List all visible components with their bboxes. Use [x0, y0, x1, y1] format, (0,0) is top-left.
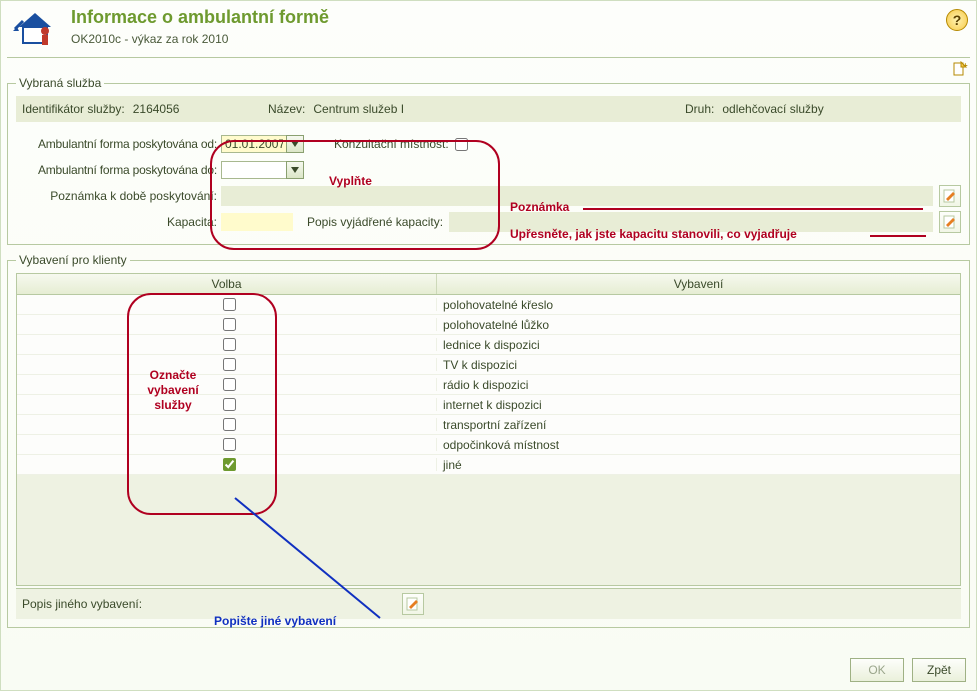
- from-date-dropdown[interactable]: [286, 135, 304, 153]
- konzult-label: Konzultační místnost:: [334, 137, 449, 151]
- page-subtitle: OK2010c - výkaz za rok 2010: [71, 32, 976, 46]
- equipment-label: odpočinková místnost: [437, 438, 960, 452]
- konzult-checkbox[interactable]: [455, 138, 468, 151]
- equipment-checkbox[interactable]: [223, 458, 236, 471]
- to-date-dropdown[interactable]: [286, 161, 304, 179]
- table-row: jiné: [17, 455, 960, 475]
- ok-button[interactable]: OK: [850, 658, 904, 682]
- table-row: odpočinková místnost: [17, 435, 960, 455]
- service-type-label: Druh:: [685, 102, 714, 116]
- service-id-label: Identifikátor služby:: [22, 102, 125, 116]
- equipment-label: polohovatelné křeslo: [437, 298, 960, 312]
- equipment-label: jiné: [437, 458, 960, 472]
- service-summary-row: Identifikátor služby: Název: Druh:: [16, 96, 961, 122]
- note-label: Poznámka k době poskytování:: [16, 189, 221, 203]
- new-doc-icon[interactable]: +: [952, 61, 968, 77]
- equipment-checkbox[interactable]: [223, 378, 236, 391]
- other-equipment-row: Popis jiného vybavení:: [16, 588, 961, 619]
- pencil-icon: [943, 189, 957, 203]
- col-item-header: Vybavení: [437, 274, 960, 294]
- service-type-value: [718, 100, 888, 118]
- equipment-checkbox[interactable]: [223, 338, 236, 351]
- equipment-checkbox[interactable]: [223, 438, 236, 451]
- from-date-label: Ambulantní forma poskytována od:: [16, 137, 221, 151]
- capacity-desc-edit-button[interactable]: [939, 211, 961, 233]
- table-row: polohovatelné křeslo: [17, 295, 960, 315]
- svg-text:+: +: [963, 61, 968, 70]
- table-row: lednice k dispozici: [17, 335, 960, 355]
- equipment-grid: Volba Vybavení polohovatelné křeslo poloh…: [16, 273, 961, 586]
- from-date-input[interactable]: [221, 135, 287, 153]
- equipment-checkbox[interactable]: [223, 358, 236, 371]
- divider: [7, 57, 970, 58]
- chevron-down-icon: [291, 167, 299, 173]
- capacity-label: Kapacita:: [16, 215, 221, 229]
- note-field-wrap: [221, 186, 933, 206]
- equipment-group: Vybavení pro klienty Volba Vybavení polo…: [7, 253, 970, 628]
- equipment-label: transportní zařízení: [437, 418, 960, 432]
- capacity-input[interactable]: [221, 213, 293, 231]
- button-bar: OK Zpět: [850, 658, 966, 682]
- chevron-down-icon: [291, 141, 299, 147]
- equipment-checkbox[interactable]: [223, 298, 236, 311]
- table-row: rádio k dispozici: [17, 375, 960, 395]
- other-equipment-edit-button[interactable]: [402, 593, 424, 615]
- note-value: [222, 187, 932, 205]
- table-row: TV k dispozici: [17, 355, 960, 375]
- other-equipment-label: Popis jiného vybavení:: [22, 597, 182, 611]
- table-row: polohovatelné lůžko: [17, 315, 960, 335]
- window-panel: Informace o ambulantní formě OK2010c - v…: [0, 0, 977, 691]
- table-row: internet k dispozici: [17, 395, 960, 415]
- service-name-value: [309, 100, 509, 118]
- header: Informace o ambulantní formě OK2010c - v…: [1, 1, 976, 57]
- capacity-desc-value: [450, 213, 932, 231]
- equipment-label: TV k dispozici: [437, 358, 960, 372]
- pencil-icon: [406, 597, 420, 611]
- table-row: transportní zařízení: [17, 415, 960, 435]
- grid-header: Volba Vybavení: [17, 274, 960, 295]
- home-person-icon: [13, 9, 57, 47]
- equipment-legend: Vybavení pro klienty: [16, 253, 130, 267]
- col-choice-header: Volba: [17, 274, 437, 294]
- to-date-label: Ambulantní forma poskytována do:: [16, 163, 221, 177]
- equipment-checkbox[interactable]: [223, 398, 236, 411]
- help-icon[interactable]: ?: [946, 9, 968, 31]
- note-edit-button[interactable]: [939, 185, 961, 207]
- equipment-label: rádio k dispozici: [437, 378, 960, 392]
- page-title: Informace o ambulantní formě: [71, 1, 976, 28]
- back-button[interactable]: Zpět: [912, 658, 966, 682]
- capacity-desc-label: Popis vyjádřené kapacity:: [307, 215, 443, 229]
- equipment-checkbox[interactable]: [223, 418, 236, 431]
- service-name-label: Název:: [268, 102, 305, 116]
- pencil-icon: [943, 215, 957, 229]
- equipment-label: polohovatelné lůžko: [437, 318, 960, 332]
- capacity-desc-wrap: [449, 212, 933, 232]
- grid-empty-area: [17, 475, 960, 585]
- service-group: Vybraná služba Identifikátor služby: Náz…: [7, 76, 970, 245]
- service-id-value: [129, 100, 199, 118]
- service-legend: Vybraná služba: [16, 76, 104, 90]
- equipment-label: internet k dispozici: [437, 398, 960, 412]
- equipment-checkbox[interactable]: [223, 318, 236, 331]
- to-date-input[interactable]: [221, 161, 287, 179]
- equipment-label: lednice k dispozici: [437, 338, 960, 352]
